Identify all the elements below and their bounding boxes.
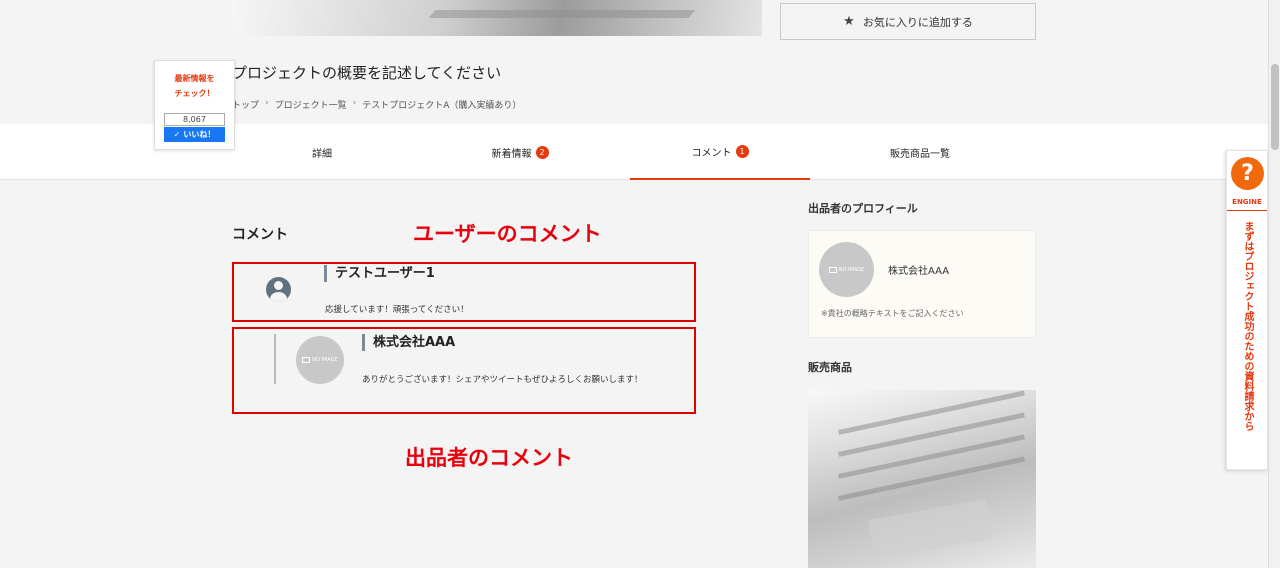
breadcrumb-separator: › (352, 98, 357, 108)
user-comment-annotation: ユーザーのコメント (413, 222, 602, 246)
tab-label: 販売商品一覧 (890, 148, 950, 160)
tab-news[interactable]: 新着情報 2 (440, 124, 600, 180)
seller-avatar: NO IMAGE (296, 336, 344, 384)
add-favorite-button[interactable]: ★ お気に入りに追加する (780, 3, 1036, 40)
project-hero-image (232, 0, 762, 36)
like-count: 8,067 (164, 113, 225, 126)
tab-products[interactable]: 販売商品一覧 (840, 124, 1000, 180)
tab-comments[interactable]: コメント 1 (630, 124, 810, 180)
like-widget: 最新情報を チェック！ 8,067 ✓ いいね！ (154, 60, 235, 150)
user-avatar-icon (266, 277, 291, 302)
laptop-keyboard-image (838, 390, 1025, 560)
tab-label: 新着情報 (491, 148, 532, 160)
seller-profile-description: ※貴社の概略テキストをご記入ください (821, 309, 964, 318)
engine-brand: ENGINE (1227, 198, 1267, 211)
breadcrumb: トップ › プロジェクト一覧 › テストプロジェクトA（購入実績あり） (232, 98, 521, 111)
no-image-text: NO IMAGE (838, 266, 865, 273)
tab-badge: 2 (535, 145, 549, 159)
add-favorite-label: お気に入りに追加する (862, 15, 973, 29)
tab-label: コメント (691, 147, 732, 159)
breadcrumb-item-projects[interactable]: プロジェクト一覧 (275, 98, 347, 111)
tab-badge: 1 (735, 144, 749, 158)
breadcrumb-separator: › (265, 98, 269, 108)
seller-comment-annotation: 出品者のコメント (405, 446, 573, 470)
like-widget-text-line2: チェック！ (174, 89, 215, 98)
reply-indent-line (274, 334, 276, 384)
star-icon: ★ (843, 14, 855, 29)
breadcrumb-item-top[interactable]: トップ (232, 98, 259, 111)
tab-details[interactable]: 詳細 (252, 124, 392, 180)
scrollbar-thumb[interactable] (1271, 64, 1279, 150)
user-comment-name: テストユーザー1 (324, 265, 435, 282)
like-widget-text: 最新情報を チェック！ (155, 71, 234, 101)
image-placeholder-icon (302, 357, 311, 363)
breadcrumb-item-current: テストプロジェクトA（購入実績あり） (362, 101, 522, 111)
user-comment-text: 応援しています！頑張ってください！ (325, 305, 469, 315)
seller-comment-text: ありがとうございます！シェアやツイートもぜひよろしくお願いします！ (362, 375, 643, 385)
seller-profile-image: NO IMAGE (819, 242, 874, 297)
products-heading: 販売商品 (808, 361, 852, 374)
image-placeholder-icon (828, 266, 837, 273)
page-title: プロジェクトの概要を記述してください (232, 64, 502, 82)
like-button-label: いいね！ (183, 130, 216, 139)
seller-profile-name: 株式会社AAA (888, 266, 950, 277)
engine-request-text: まずはプロジェクト成功のための資料請求から (1242, 221, 1253, 431)
engine-request-widget[interactable]: ? ENGINE まずはプロジェクト成功のための資料請求から (1226, 150, 1268, 470)
question-icon: ? (1231, 157, 1264, 190)
like-widget-text-line1: 最新情報を (174, 74, 215, 83)
seller-profile-heading: 出品者のプロフィール (808, 202, 918, 215)
tab-label: 詳細 (312, 148, 332, 160)
comments-heading: コメント (232, 227, 288, 243)
page-scrollbar[interactable] (1268, 0, 1280, 568)
like-button[interactable]: ✓ いいね！ (164, 127, 225, 142)
product-image[interactable] (808, 390, 1036, 568)
no-image-text: NO IMAGE (312, 357, 338, 363)
seller-profile-card[interactable]: NO IMAGE 株式会社AAA ※貴社の概略テキストをご記入ください (808, 230, 1036, 338)
check-icon: ✓ (173, 130, 181, 139)
seller-comment-name: 株式会社AAA (362, 334, 455, 351)
